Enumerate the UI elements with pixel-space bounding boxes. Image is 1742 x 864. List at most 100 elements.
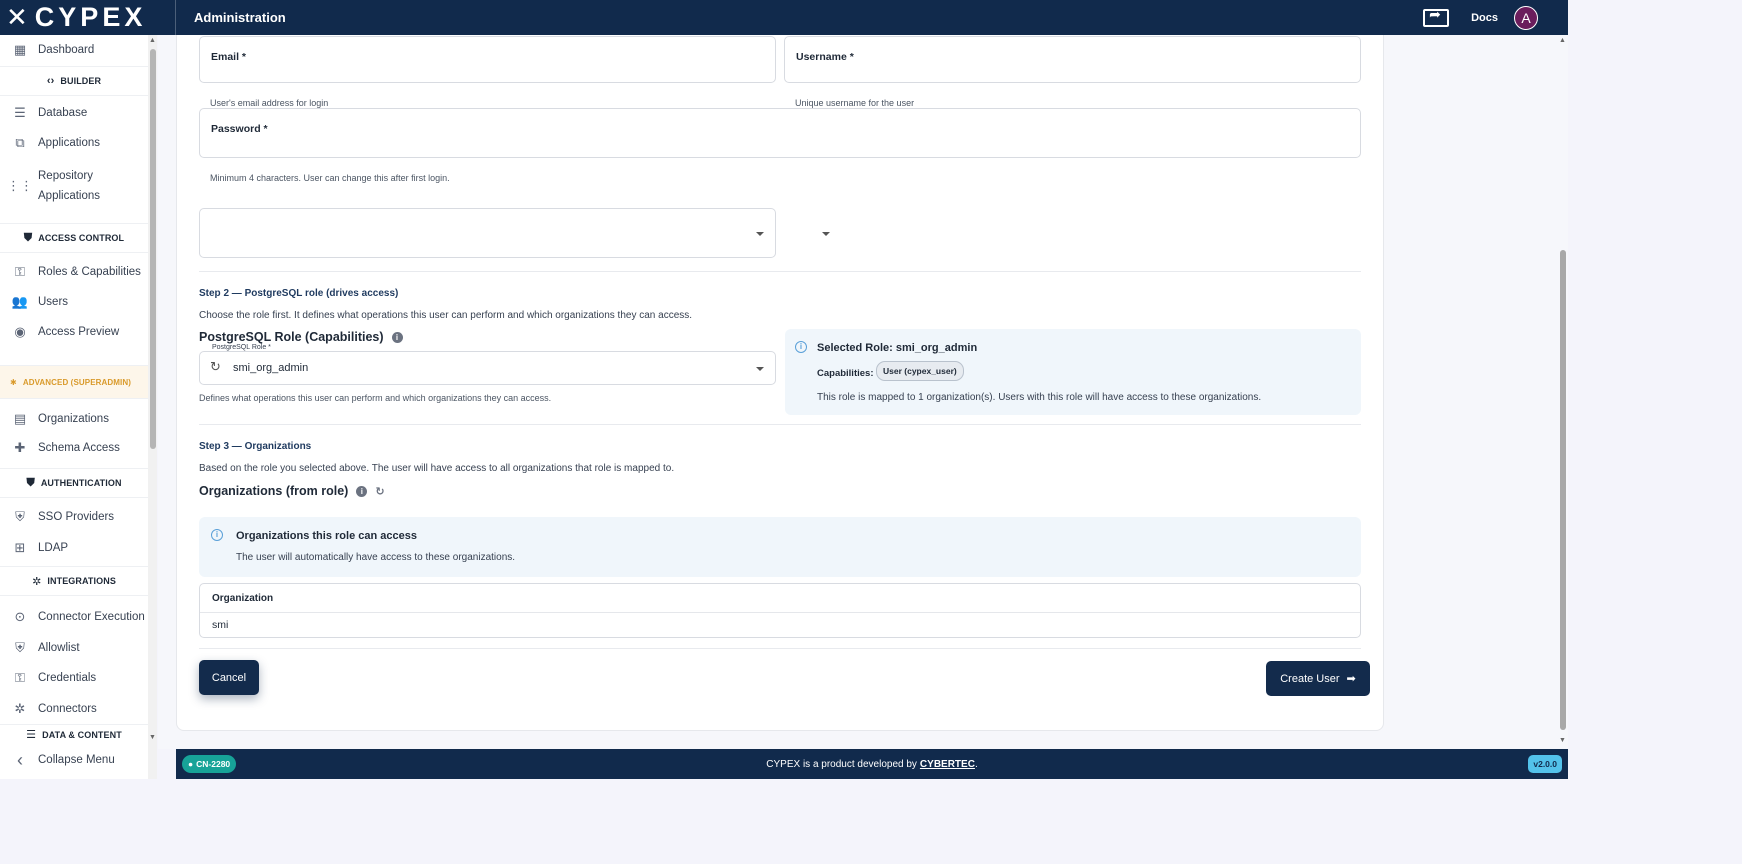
sidebar-item-label: Organizations	[38, 413, 109, 425]
step3-title: Step 3 — Organizations	[199, 441, 312, 452]
sidebar-item-label: Access Preview	[38, 326, 120, 338]
sidebar-scrollbar[interactable]: ▲ ▼	[148, 35, 157, 779]
sidebar-item-database[interactable]: ☰ Database	[0, 104, 148, 122]
organizations-table: Organization smi	[199, 583, 1361, 638]
code-icon: ‹›	[46, 75, 55, 87]
cancel-button[interactable]: Cancel	[199, 660, 259, 695]
main-scrollbar[interactable]: ▲ ▼	[1558, 35, 1568, 749]
branch-badge[interactable]: ● CN-2280	[182, 755, 237, 773]
puzzle-icon: ✚	[14, 440, 26, 455]
sidebar-item-sso-providers[interactable]: ⛨ SSO Providers	[0, 508, 148, 526]
empty-select[interactable]	[199, 208, 830, 258]
sidebar-item-allowlist[interactable]: ⛨ Allowlist	[0, 639, 148, 657]
scroll-up-icon[interactable]: ▲	[1559, 37, 1566, 44]
table-header: Organization	[212, 593, 274, 604]
section-access-control: ⛊ ACCESS CONTROL	[0, 223, 148, 253]
grid-icon: ⋮⋮	[7, 178, 33, 193]
postgresql-role-select[interactable]: PostgreSQL Role * ↻ smi_org_admin	[199, 344, 776, 385]
logo-text: CYPEX	[34, 2, 147, 32]
scroll-up-icon[interactable]: ▲	[149, 37, 156, 44]
sidebar-item-roles-capabilities[interactable]: ⚿ Roles & Capabilities	[0, 263, 148, 281]
sidebar-item-label: Connector Execution	[38, 611, 145, 623]
sidebar-item-connectors[interactable]: ✲ Connectors	[0, 700, 148, 718]
email-helper: User's email address for login	[210, 98, 329, 108]
step2-description: Choose the role first. It defines what o…	[199, 310, 693, 321]
cypex-logo[interactable]: ✕ CYPEX	[0, 0, 176, 35]
sidebar-item-label: Collapse Menu	[38, 754, 115, 766]
sidebar-item-schema-access[interactable]: ✚ Schema Access	[0, 439, 148, 457]
sidebar-item-label: Connectors	[38, 703, 97, 715]
sidebar-item-label: LDAP	[38, 542, 69, 554]
sidebar-item-label: Roles & Capabilities	[38, 266, 141, 278]
username-field[interactable]: Username *	[784, 36, 1361, 83]
toggle-icon: ⊙	[14, 609, 26, 624]
collapse-menu-button[interactable]: ‹ Collapse Menu	[0, 750, 148, 770]
create-user-button[interactable]: Create User ➡	[1266, 661, 1370, 696]
refresh-icon[interactable]: ↻	[210, 359, 221, 375]
sidebar-scroll-thumb[interactable]	[150, 49, 156, 449]
scroll-down-icon[interactable]: ▼	[149, 734, 156, 741]
sidebar-item-connector-execution[interactable]: ⊙ Connector Execution	[0, 608, 148, 626]
avatar[interactable]: A	[1514, 5, 1538, 30]
capabilities-label: Capabilities:	[817, 368, 874, 379]
role-mapping-text: This role is mapped to 1 organization(s)…	[817, 392, 1262, 403]
username-label: Username *	[796, 51, 854, 63]
shield-check-icon: ⛊	[26, 476, 35, 489]
info-icon[interactable]: i	[356, 485, 368, 497]
username-helper: Unique username for the user	[795, 98, 915, 108]
share-screen-icon[interactable]	[1423, 6, 1450, 27]
sidebar-item-applications[interactable]: ⧉ Applications	[0, 134, 148, 152]
hub-icon: ✲	[32, 575, 42, 588]
list-icon: ☰	[26, 729, 37, 741]
sidebar-item-ldap[interactable]: ⊞ LDAP	[0, 539, 148, 557]
dashboard-icon: ▦	[13, 42, 27, 57]
info-icon[interactable]: i	[391, 331, 403, 343]
sidebar-item-organizations[interactable]: ▤ Organizations	[0, 410, 148, 428]
star-icon: ✱	[10, 377, 17, 387]
footer-text: CYPEX is a product developed by	[766, 758, 917, 770]
section-advanced: ✱ ADVANCED (SUPERADMIN)	[0, 365, 148, 399]
key-icon: ⚿	[15, 670, 25, 685]
footer: ● CN-2280 CYPEX is a product developed b…	[176, 749, 1568, 779]
sidebar-item-label: Credentials	[38, 672, 97, 684]
scroll-down-icon[interactable]: ▼	[1559, 737, 1566, 744]
organizations-info-panel: i Organizations this role can access The…	[199, 517, 1361, 577]
hub-icon: ✲	[14, 701, 26, 716]
sidebar-item-access-preview[interactable]: ◉ Access Preview	[0, 323, 148, 341]
key-icon: ⚿	[15, 264, 25, 279]
password-field[interactable]: Password *	[199, 108, 1361, 158]
step2-title: Step 2 — PostgreSQL role (drives access)	[199, 288, 399, 299]
list-icon: ☰	[14, 105, 26, 120]
app-icon: ⧉	[15, 135, 25, 150]
capability-chip: User (cypex_user)	[876, 361, 964, 381]
building-icon: ▤	[13, 411, 27, 426]
email-field[interactable]: Email *	[199, 36, 776, 83]
docs-link[interactable]: Docs	[1471, 12, 1498, 24]
role-field-label: PostgreSQL Role *	[210, 344, 273, 351]
shield-icon: ⛊	[23, 231, 33, 244]
sidebar-item-label: Repository	[38, 170, 93, 182]
orgs-info-title: Organizations this role can access	[236, 530, 417, 542]
version-badge: v2.0.0	[1528, 755, 1562, 773]
info-icon: i	[211, 529, 223, 541]
sidebar-item-label: Applications	[38, 190, 101, 202]
users-icon: 👥	[11, 294, 29, 309]
cybertec-link[interactable]: CYBERTEC	[920, 759, 975, 770]
chevron-down-icon	[756, 232, 764, 236]
role-select-value: smi_org_admin	[233, 362, 309, 374]
sidebar-item-dashboard[interactable]: ▦ Dashboard	[0, 41, 148, 59]
section-authentication: ⛊ AUTHENTICATION	[0, 468, 148, 498]
refresh-icon[interactable]: ↻	[375, 485, 384, 498]
sidebar-item-label: Users	[38, 296, 69, 308]
info-icon: i	[795, 341, 807, 353]
sidebar-item-users[interactable]: 👥 Users	[0, 293, 148, 311]
sidebar-item-credentials[interactable]: ⚿ Credentials	[0, 669, 148, 687]
sidebar-item-repository-applications[interactable]: ⋮⋮ Repository Applications	[0, 170, 148, 202]
role-heading: PostgreSQL Role (Capabilities) i	[199, 330, 403, 344]
sidebar: ▦ Dashboard ‹› BUILDER ☰ Database ⧉ Appl…	[0, 35, 157, 779]
github-icon: ●	[188, 759, 194, 769]
role-helper: Defines what operations this user can pe…	[199, 393, 552, 403]
main-scroll-thumb[interactable]	[1560, 250, 1566, 730]
tree-icon: ⊞	[14, 540, 26, 555]
page-title: Administration	[194, 10, 286, 25]
